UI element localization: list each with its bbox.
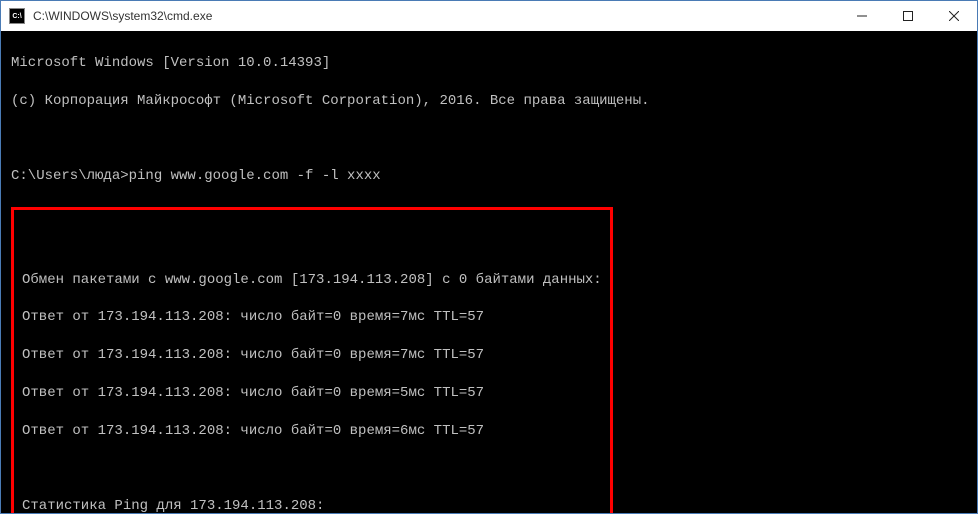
reply-line-3: Ответ от 173.194.113.208: число байт=0 в… xyxy=(22,384,602,403)
highlighted-output: Обмен пакетами с www.google.com [173.194… xyxy=(11,207,613,513)
close-button[interactable] xyxy=(931,1,977,31)
prompt-path: C:\Users\люда> xyxy=(11,168,129,184)
prompt-line-1: C:\Users\люда>ping www.google.com -f -l … xyxy=(11,167,967,186)
close-icon xyxy=(949,11,959,21)
reply-line-4: Ответ от 173.194.113.208: число байт=0 в… xyxy=(22,422,602,441)
maximize-button[interactable] xyxy=(885,1,931,31)
window-title: C:\WINDOWS\system32\cmd.exe xyxy=(33,9,839,23)
cmd-window: C:\ C:\WINDOWS\system32\cmd.exe Microsof… xyxy=(0,0,978,514)
minimize-button[interactable] xyxy=(839,1,885,31)
titlebar: C:\ C:\WINDOWS\system32\cmd.exe xyxy=(1,1,977,31)
reply-line-2: Ответ от 173.194.113.208: число байт=0 в… xyxy=(22,346,602,365)
version-line: Microsoft Windows [Version 10.0.14393] xyxy=(11,54,967,73)
ping-command: ping www.google.com -f -l xxxx xyxy=(129,168,381,184)
window-controls xyxy=(839,1,977,31)
cmd-icon: C:\ xyxy=(9,8,25,24)
reply-line-1: Ответ от 173.194.113.208: число байт=0 в… xyxy=(22,308,602,327)
blank-line xyxy=(22,460,602,479)
terminal-body[interactable]: Microsoft Windows [Version 10.0.14393] (… xyxy=(1,31,977,513)
stats-header: Статистика Ping для 173.194.113.208: xyxy=(22,497,602,513)
maximize-icon xyxy=(903,11,913,21)
blank-line xyxy=(22,233,602,252)
blank-line xyxy=(11,129,967,148)
copyright-line: (c) Корпорация Майкрософт (Microsoft Cor… xyxy=(11,92,967,111)
minimize-icon xyxy=(857,11,867,21)
exchange-line: Обмен пакетами с www.google.com [173.194… xyxy=(22,271,602,290)
